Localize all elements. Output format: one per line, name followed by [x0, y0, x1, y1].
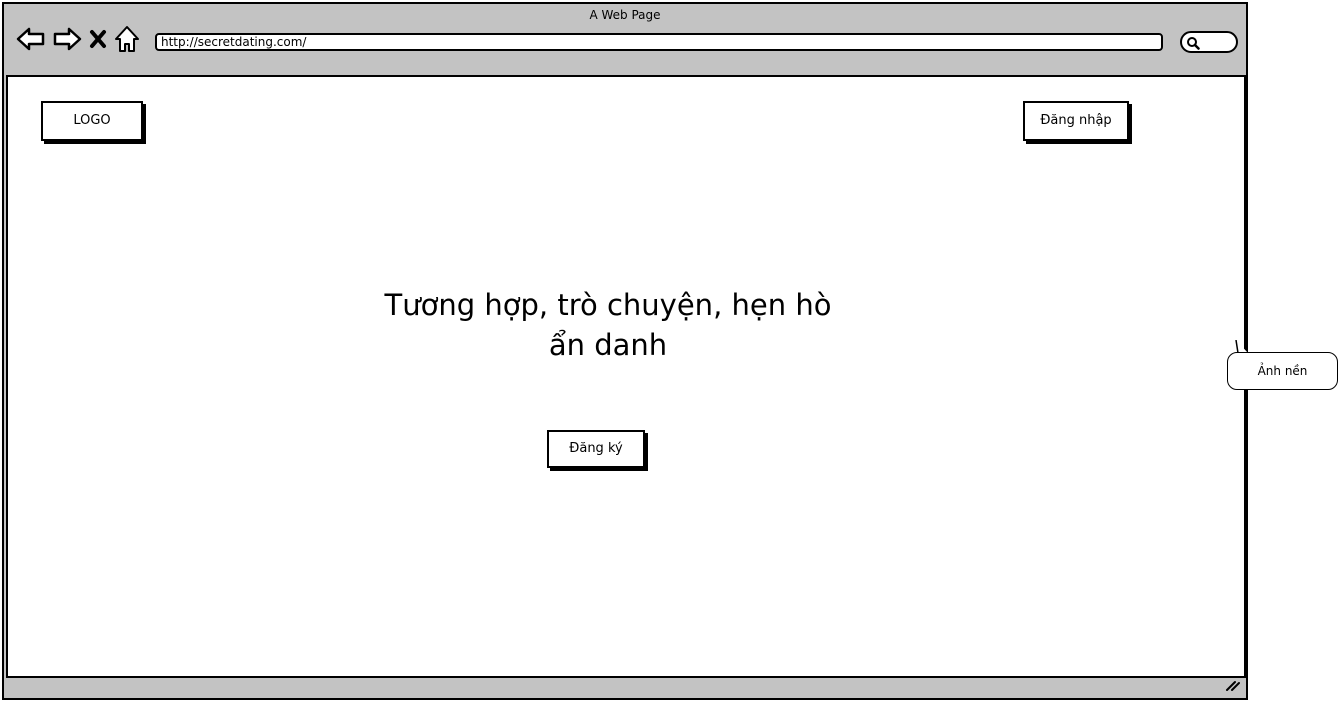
- annotation-callout: Ảnh nền: [1227, 352, 1338, 390]
- browser-nav: [16, 24, 140, 54]
- address-bar[interactable]: http://secretdating.com/: [155, 33, 1163, 51]
- close-x-icon[interactable]: [88, 27, 108, 51]
- signup-button[interactable]: Đăng ký: [547, 430, 645, 468]
- browser-window: A Web Page http://secretdating.com/ LOGO…: [2, 2, 1248, 700]
- forward-arrow-icon[interactable]: [52, 26, 82, 52]
- home-icon[interactable]: [114, 25, 140, 53]
- browser-search-box[interactable]: [1180, 31, 1238, 53]
- page-viewport: LOGO Đăng nhập Tương hợp, trò chuyện, hẹ…: [6, 75, 1246, 678]
- hero-headline-line-2: ẩn danh: [548, 328, 668, 362]
- login-button[interactable]: Đăng nhập: [1023, 101, 1129, 141]
- search-icon: [1187, 37, 1200, 50]
- resize-grip-icon[interactable]: [1224, 677, 1240, 696]
- window-title: A Web Page: [589, 8, 661, 22]
- hero-headline-line-1: Tương hợp, trò chuyện, hẹn hò: [384, 288, 832, 322]
- back-arrow-icon[interactable]: [16, 26, 46, 52]
- status-bar: [4, 678, 1246, 698]
- logo-placeholder: LOGO: [41, 101, 143, 141]
- url-text: http://secretdating.com/: [161, 35, 307, 49]
- hero-headline: Tương hợp, trò chuyện, hẹn hò ẩn danh: [368, 285, 848, 365]
